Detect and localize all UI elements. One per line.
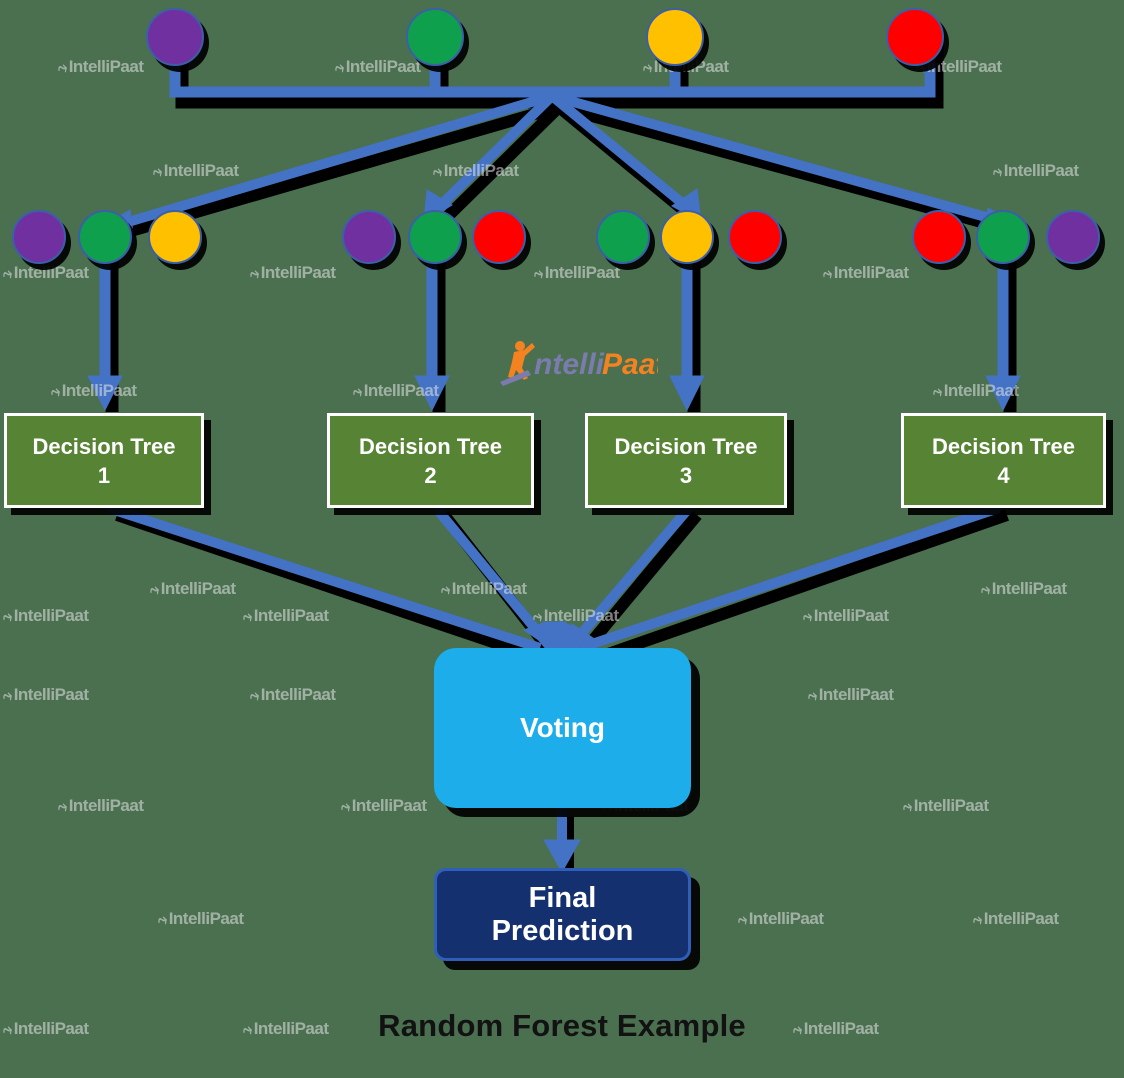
diagram-canvas: ⤳IntelliPaat ⤳IntelliPaat ⤳IntelliPaat ⤳Int…: [0, 0, 1124, 1078]
decision-tree-index: 1: [97, 462, 111, 488]
decision-tree-index: 2: [424, 462, 437, 488]
bootstrap-sample-red: [912, 210, 966, 264]
decision-tree-label: Decision Tree: [32, 433, 176, 459]
decision-tree-index: 3: [679, 462, 693, 488]
decision-tree-node: Decision Tree 4: [901, 413, 1106, 508]
decision-tree-node: Decision Tree 3: [585, 413, 787, 508]
bootstrap-sample-green: [976, 210, 1030, 264]
bootstrap-sample-purple: [1046, 210, 1100, 264]
final-prediction-label-line2: Prediction: [491, 914, 634, 947]
final-prediction-node: Final Prediction: [434, 868, 691, 961]
decision-tree-node: Decision Tree 2: [327, 413, 534, 508]
decision-tree-index: 4: [997, 462, 1010, 488]
voting-node: Voting: [434, 648, 691, 808]
final-prediction-label-line1: Final: [528, 882, 597, 915]
decision-tree-label: Decision Tree: [931, 433, 1076, 459]
decision-tree-label: Decision Tree: [358, 433, 503, 459]
decision-tree-label: Decision Tree: [614, 433, 758, 459]
diagram-title: Random Forest Example: [378, 1008, 746, 1043]
voting-label: Voting: [519, 712, 605, 743]
decision-tree-node: Decision Tree 1: [4, 413, 204, 508]
